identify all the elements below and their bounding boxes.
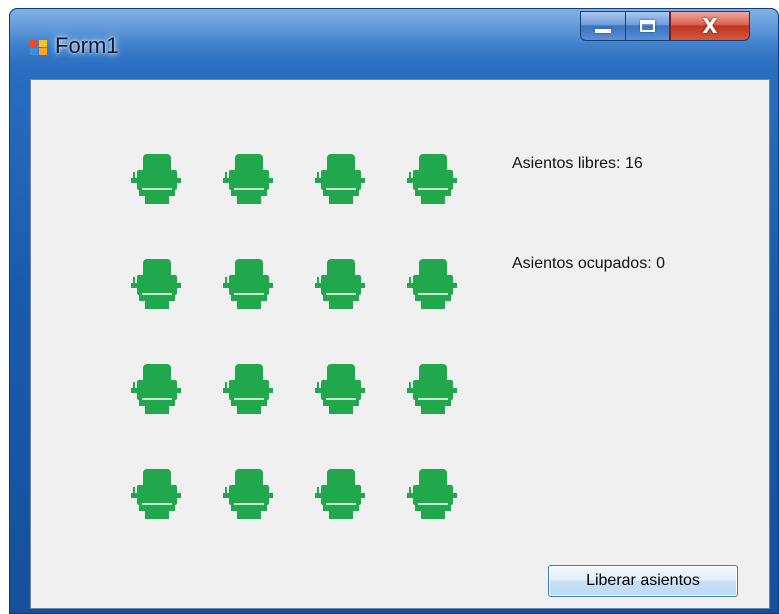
seat-button-4-1[interactable] [131,467,181,527]
seat-icon [131,364,181,414]
seat-button-1-1[interactable] [131,152,181,212]
maximize-button[interactable] [625,11,670,41]
seat-icon [223,364,273,414]
title-bar[interactable]: Form1 X [10,9,778,77]
seat-icon [315,364,365,414]
seat-icon [223,154,273,204]
seat-icon [407,469,457,519]
seat-button-2-4[interactable] [407,257,457,317]
seat-button-2-1[interactable] [131,257,181,317]
seat-icon [315,259,365,309]
maximize-icon [640,20,655,32]
window-controls: X [580,11,750,41]
seat-button-4-2[interactable] [223,467,273,527]
seat-icon [407,259,457,309]
seat-button-3-1[interactable] [131,362,181,422]
form-client-area: Asientos libres: 16 Asientos ocupados: 0… [30,79,770,609]
window-title: Form1 [55,33,119,58]
seat-icon [131,259,181,309]
seat-icon [131,154,181,204]
minimize-icon [595,29,611,33]
seat-button-3-4[interactable] [407,362,457,422]
seat-button-1-2[interactable] [223,152,273,212]
seat-button-2-2[interactable] [223,257,273,317]
minimize-button[interactable] [580,11,625,41]
free-seats-label: Asientos libres: 16 [512,155,643,172]
seat-icon [315,154,365,204]
occupied-seats-label: Asientos ocupados: 0 [512,255,665,272]
seat-button-4-4[interactable] [407,467,457,527]
seat-icon [223,259,273,309]
seat-button-2-3[interactable] [315,257,365,317]
seat-icon [407,154,457,204]
seat-button-3-2[interactable] [223,362,273,422]
form-app-icon[interactable] [30,40,48,56]
close-icon: X [702,14,718,38]
seat-icon [131,469,181,519]
seat-button-1-4[interactable] [407,152,457,212]
close-button[interactable]: X [670,11,750,41]
seat-button-1-3[interactable] [315,152,365,212]
app-window: Form1 X Asientos libres: 16 Asientos ocu… [9,8,779,614]
seat-icon [407,364,457,414]
seat-button-3-3[interactable] [315,362,365,422]
seat-button-4-3[interactable] [315,467,365,527]
seat-icon [315,469,365,519]
release-seats-button[interactable]: Liberar asientos [548,565,738,597]
seat-icon [223,469,273,519]
